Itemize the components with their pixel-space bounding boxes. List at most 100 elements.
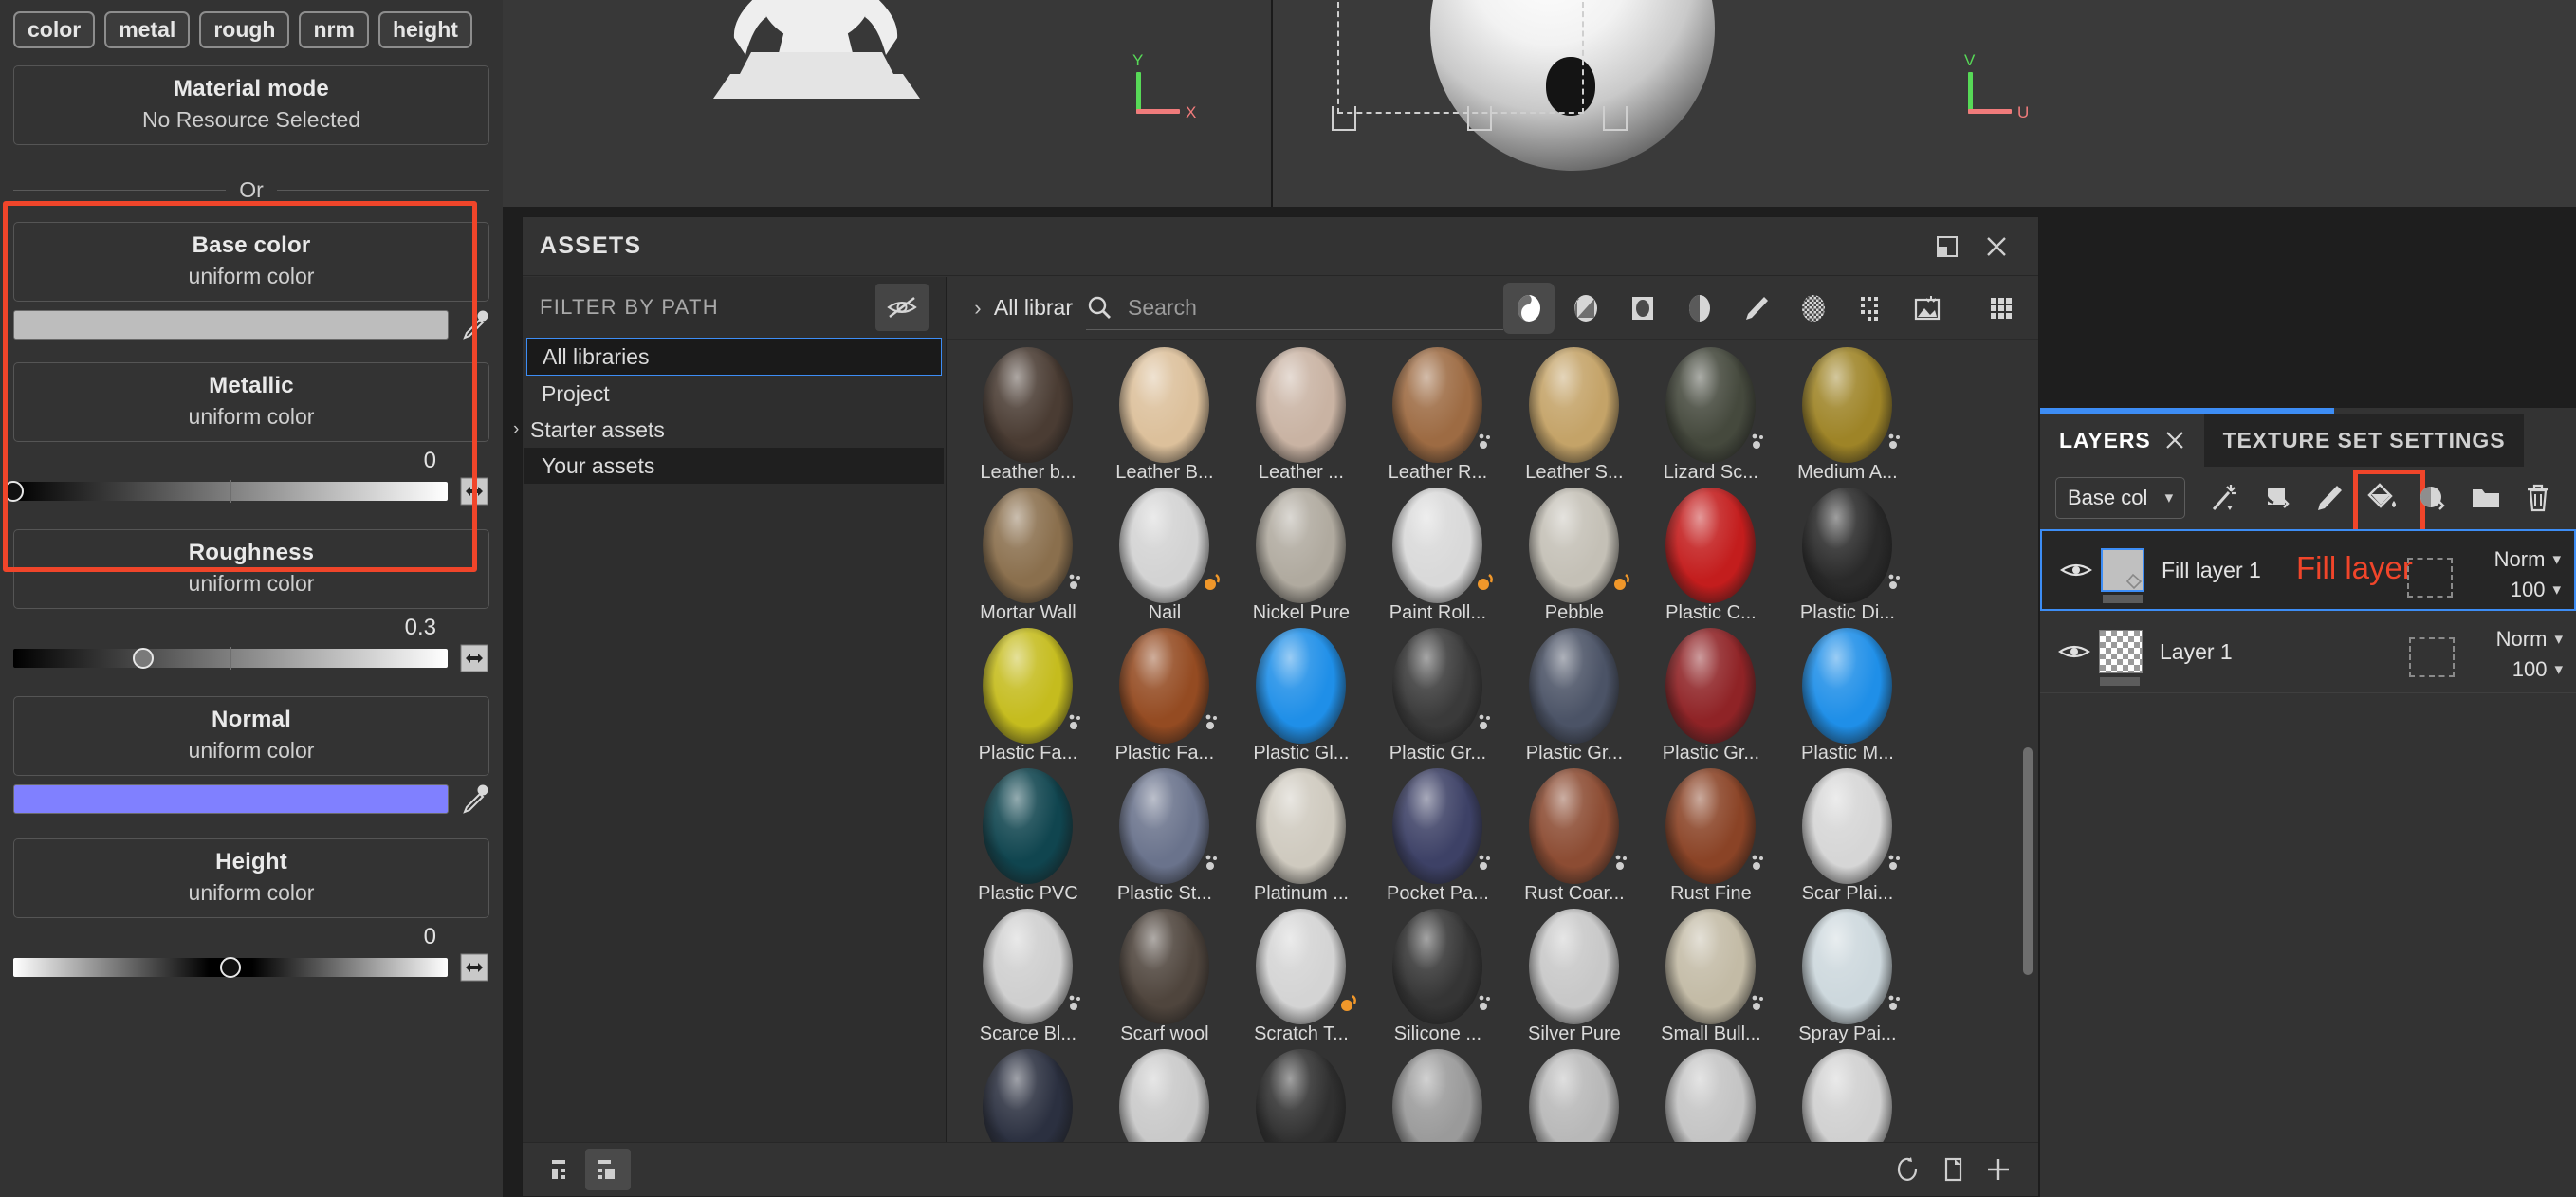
asset-tile[interactable]: Leather R... [1373, 349, 1502, 484]
asset-tile[interactable]: Rust Coar... [1510, 770, 1639, 905]
asset-tile[interactable]: Silver Pure [1510, 911, 1639, 1045]
metallic-slider-knob[interactable] [3, 481, 24, 502]
asset-tile[interactable] [1647, 1051, 1776, 1142]
asset-tile[interactable] [964, 1051, 1093, 1142]
eye-icon[interactable] [2055, 559, 2097, 581]
channel-chip-height[interactable]: height [378, 11, 472, 48]
chevron-down-icon[interactable]: ▾ [2165, 488, 2174, 507]
chevron-down-icon[interactable]: ▾ [2554, 660, 2563, 679]
assets-grid[interactable]: Leather b...Leather B...Leather ...Leath… [947, 340, 2038, 1142]
new-folder-icon[interactable] [1930, 1149, 1976, 1190]
asset-tile[interactable]: Leather b... [964, 349, 1093, 484]
asset-tile[interactable]: Lizard Sc... [1647, 349, 1776, 484]
add-mask-icon[interactable] [2412, 474, 2456, 522]
chevron-down-icon[interactable]: ▾ [2554, 630, 2563, 649]
layer-mask-placeholder[interactable] [2407, 558, 2453, 598]
roughness-reset-icon[interactable] [459, 643, 489, 673]
filter-item-starter-assets[interactable]: › Starter assets [524, 412, 944, 448]
asset-tile[interactable]: Plastic PVC [964, 770, 1093, 905]
channel-chip-color[interactable]: color [13, 11, 95, 48]
channel-chip-nrm[interactable]: nrm [299, 11, 368, 48]
masks-filter-icon[interactable] [1617, 283, 1668, 334]
asset-tile[interactable]: Mortar Wall [964, 489, 1093, 624]
asset-tile[interactable]: Rust Fine [1647, 770, 1776, 905]
close-icon[interactable] [2164, 430, 2185, 451]
tab-layers[interactable]: LAYERS [2040, 414, 2204, 467]
asset-tile[interactable]: Leather S... [1510, 349, 1639, 484]
asset-tile[interactable]: Plastic Gr... [1647, 630, 1776, 764]
asset-tile[interactable]: Scarf wool [1100, 911, 1229, 1045]
layer-mask-placeholder[interactable] [2409, 637, 2455, 677]
asset-tile[interactable]: Plastic Fa... [1100, 630, 1229, 764]
asset-tile[interactable]: Small Bull... [1647, 911, 1776, 1045]
eye-off-icon[interactable] [875, 284, 929, 331]
filter-item-your-assets[interactable]: Your assets [524, 448, 944, 484]
height-slider-track[interactable] [13, 958, 448, 977]
layer-name[interactable]: Fill layer 1 [2162, 558, 2261, 583]
viewport-3d[interactable]: Y X [503, 0, 1271, 207]
add-icon[interactable] [1976, 1149, 2021, 1190]
metallic-reset-icon[interactable] [459, 476, 489, 506]
alphas-filter-icon[interactable] [1788, 283, 1839, 334]
search-input[interactable]: Search [1128, 295, 1197, 321]
smart-masks-filter-icon[interactable] [1674, 283, 1725, 334]
delete-layer-icon[interactable] [2516, 474, 2561, 522]
materials-filter-icon[interactable] [1503, 283, 1555, 334]
layer-name[interactable]: Layer 1 [2160, 639, 2233, 665]
asset-tile[interactable] [1783, 1051, 1912, 1142]
asset-tile[interactable]: Spray Pai... [1783, 911, 1912, 1045]
filter-item-project[interactable]: Project [524, 376, 944, 412]
asset-tile[interactable]: Silicone ... [1373, 911, 1502, 1045]
base-color-swatch[interactable] [13, 310, 449, 340]
asset-tile[interactable]: Pocket Pa... [1373, 770, 1502, 905]
breadcrumb[interactable]: All librar [994, 295, 1073, 321]
viewport-splitter[interactable] [1271, 0, 1273, 207]
eye-icon[interactable] [2053, 640, 2095, 663]
refresh-icon[interactable] [1885, 1149, 1930, 1190]
height-box[interactable]: Height uniform color [13, 838, 489, 918]
smart-materials-filter-icon[interactable] [1560, 283, 1611, 334]
list-view-icon[interactable] [540, 1149, 585, 1190]
viewport-2d-uv[interactable]: V U [1273, 0, 2576, 207]
asset-tile[interactable]: Leather B... [1100, 349, 1229, 484]
roughness-slider-knob[interactable] [133, 648, 154, 669]
add-effect-icon[interactable] [2202, 474, 2247, 522]
asset-tile[interactable]: Plastic Fa... [964, 630, 1093, 764]
chevron-right-icon[interactable]: › [509, 419, 530, 440]
asset-tile[interactable]: Plastic Gl... [1237, 630, 1366, 764]
add-folder-icon[interactable] [2464, 474, 2509, 522]
asset-tile[interactable]: Plastic M... [1783, 630, 1912, 764]
layer-opacity[interactable]: 100 ▾ [2460, 654, 2563, 685]
asset-tile[interactable]: Plastic Gr... [1510, 630, 1639, 764]
asset-tile[interactable]: Pebble [1510, 489, 1639, 624]
metallic-box[interactable]: Metallic uniform color [13, 362, 489, 442]
layer-blend-mode[interactable]: Norm ▾ [2458, 544, 2561, 575]
asset-tile[interactable] [1510, 1051, 1639, 1142]
metallic-slider-track[interactable] [13, 482, 448, 501]
breadcrumb-chevron-icon[interactable]: › [962, 296, 994, 321]
roughness-slider-track[interactable] [13, 649, 448, 668]
search-box[interactable]: Search [1086, 286, 1503, 330]
asset-tile[interactable]: Platinum ... [1237, 770, 1366, 905]
material-mode-box[interactable]: Material mode No Resource Selected [13, 65, 489, 145]
channel-selector[interactable]: Base col ▾ [2055, 477, 2185, 519]
roughness-box[interactable]: Roughness uniform color [13, 529, 489, 609]
height-slider-knob[interactable] [220, 957, 241, 978]
layer-blend-mode[interactable]: Norm ▾ [2460, 624, 2563, 654]
add-generator-icon[interactable] [2254, 474, 2299, 522]
filter-item-all-libraries[interactable]: All libraries [526, 338, 942, 376]
channel-chip-metal[interactable]: metal [104, 11, 190, 48]
asset-tile[interactable]: Plastic St... [1100, 770, 1229, 905]
layer-row-fill-layer-1[interactable]: Fill layer 1 Fill layer Norm ▾ 100 ▾ [2040, 529, 2576, 611]
layer-opacity[interactable]: 100 ▾ [2458, 575, 2561, 605]
detail-view-icon[interactable] [585, 1149, 631, 1190]
pipette-icon[interactable] [461, 309, 489, 340]
environments-filter-icon[interactable] [1902, 283, 1953, 334]
height-reset-icon[interactable] [459, 952, 489, 983]
assets-grid-scrollbar[interactable] [2023, 747, 2033, 975]
layer-thumbnail[interactable] [2101, 548, 2144, 592]
asset-tile[interactable]: Plastic Di... [1783, 489, 1912, 624]
normal-color-swatch[interactable] [13, 784, 449, 814]
asset-tile[interactable]: Nail [1100, 489, 1229, 624]
grid-view-icon[interactable] [1976, 283, 2027, 334]
